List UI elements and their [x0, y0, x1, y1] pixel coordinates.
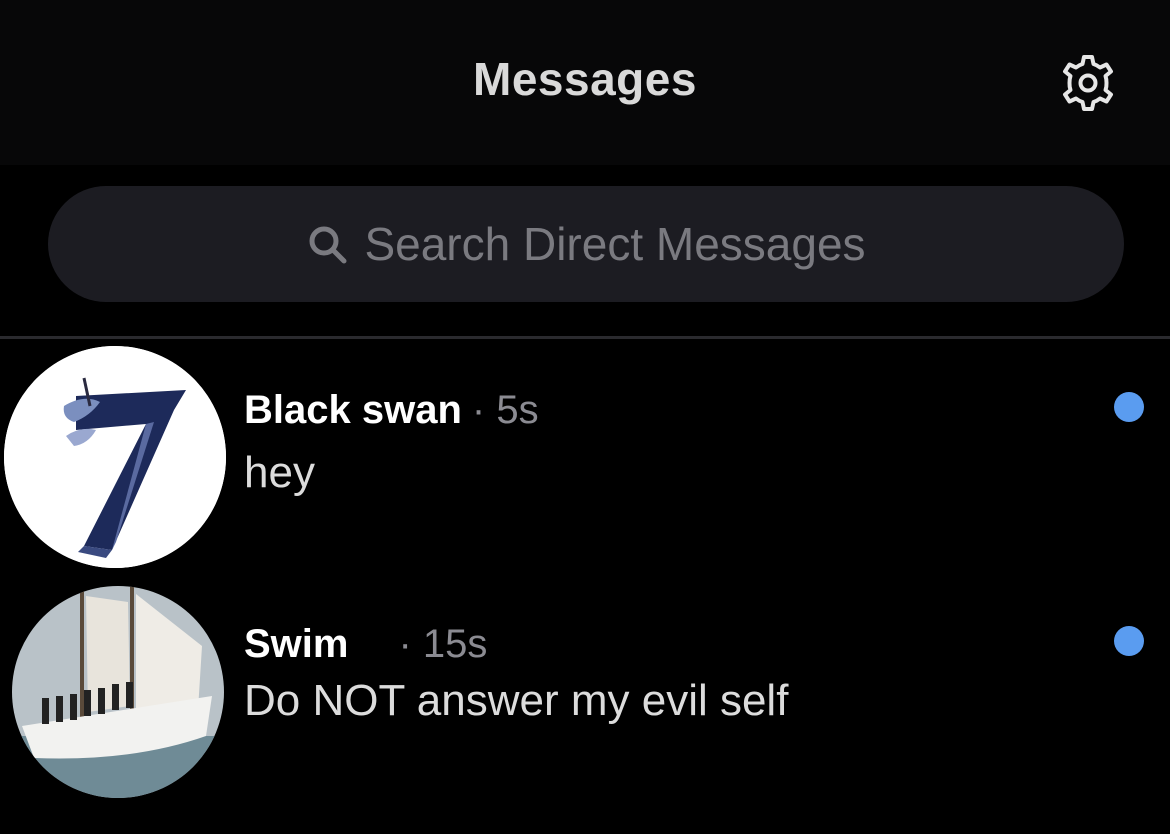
avatar[interactable]	[4, 346, 226, 568]
seven-logo-avatar	[4, 346, 226, 568]
conversation-name: Swim	[244, 622, 349, 666]
gear-icon	[1063, 55, 1113, 111]
search-input[interactable]: Search Direct Messages	[48, 186, 1124, 302]
unread-dot	[1114, 392, 1144, 422]
sailboat-photo-avatar	[12, 586, 224, 798]
conversation-name: Black swan	[244, 388, 462, 432]
top-bar: Messages	[0, 0, 1170, 165]
conversation-header: Black swan · 5s	[244, 388, 539, 433]
search-placeholder: Search Direct Messages	[364, 218, 866, 270]
conversation-item[interactable]: Swim · 15s Do NOT answer my evil self	[0, 578, 1170, 808]
conversation-time: · 5s	[471, 388, 539, 432]
avatar[interactable]	[12, 586, 224, 798]
unread-dot	[1114, 626, 1144, 656]
message-preview: Do NOT answer my evil self	[244, 676, 789, 725]
conversation-time: · 15s	[398, 622, 488, 666]
search-icon	[309, 226, 347, 264]
settings-button[interactable]	[1053, 50, 1123, 116]
message-preview: hey	[244, 448, 315, 497]
conversation-item[interactable]: Black swan · 5s hey	[0, 340, 1170, 570]
page-title: Messages	[473, 53, 697, 105]
conversation-header: Swim · 15s	[244, 622, 487, 667]
divider	[0, 336, 1170, 339]
